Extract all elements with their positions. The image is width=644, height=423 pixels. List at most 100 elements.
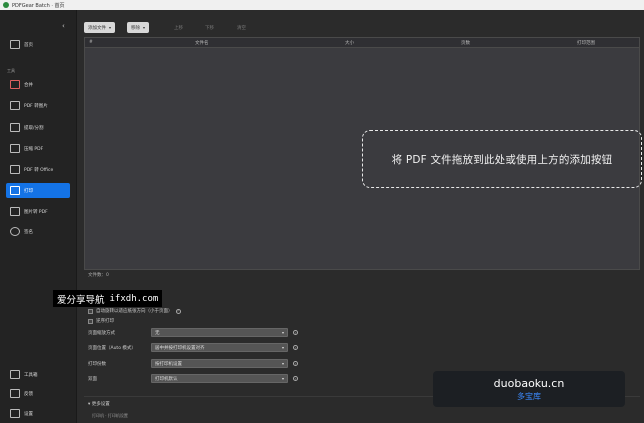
- file-count: 文件数：0: [88, 273, 109, 278]
- column-header-size[interactable]: 大小: [345, 40, 354, 46]
- copies-value: 按打印机设置: [155, 361, 182, 367]
- sidebar-item-label: 压缩 PDF: [24, 146, 44, 152]
- table-header: # 文件名 大小 页数 打印范围: [85, 38, 639, 48]
- sidebar-item-split[interactable]: 提取/分割: [6, 120, 70, 135]
- clear-button[interactable]: 清空: [233, 22, 250, 33]
- drop-zone-text: 将 PDF 文件拖放到此处或使用上方的添加按钮: [391, 153, 613, 166]
- sidebar-item-pdf-to-image[interactable]: PDF 转图片: [6, 98, 70, 113]
- clear-label: 清空: [237, 25, 246, 31]
- image-to-pdf-icon: [10, 207, 20, 216]
- more-settings-sub: 打印机 · 打印机设置: [92, 413, 128, 418]
- help-icon[interactable]: ?: [175, 308, 181, 314]
- sidebar-item-label: PDF 转 Office: [24, 167, 54, 173]
- move-down-label: 下移: [205, 25, 214, 31]
- settings-icon: [10, 409, 20, 418]
- home-icon: [10, 40, 20, 49]
- copies-select[interactable]: 按打印机设置 ▾: [151, 359, 288, 368]
- sidebar-item-label: 合并: [24, 82, 33, 88]
- copies-label: 打印份数: [88, 362, 106, 367]
- sidebar-item-label: 设置: [24, 411, 33, 417]
- sidebar-item-label: PDF 转图片: [24, 103, 48, 109]
- sidebar-item-home[interactable]: 首页: [6, 37, 70, 52]
- watermark-duobaoku: duobaoku.cn 多宝库: [433, 371, 625, 407]
- add-files-button[interactable]: 添加文件 ▾: [84, 22, 116, 33]
- move-up-label: 上移: [174, 25, 183, 31]
- sidebar-item-compress[interactable]: 压缩 PDF: [6, 141, 70, 156]
- compress-icon: [10, 144, 20, 153]
- position-select[interactable]: 居中并按打印机设置对齐 ▾: [151, 343, 288, 352]
- sidebar-item-feedback[interactable]: 反馈: [6, 386, 70, 401]
- position-label: 页面位置（Auto 模式）: [88, 346, 136, 351]
- watermark-ifxdh: 爱分享导航 ifxdh.com: [53, 290, 163, 307]
- sidebar-item-toolbox[interactable]: 工具箱: [6, 367, 70, 382]
- remove-label: 移除: [131, 25, 140, 31]
- sidebar-item-print[interactable]: 打印: [6, 183, 70, 198]
- sidebar-section-label: 工具: [7, 68, 15, 73]
- print-icon: [10, 186, 20, 195]
- collapse-sidebar-icon[interactable]: ‹: [62, 22, 65, 30]
- sidebar-item-merge[interactable]: 合并: [6, 77, 70, 92]
- feedback-icon: [10, 389, 20, 398]
- help-icon[interactable]: ?: [293, 376, 298, 381]
- watermark-name: 多宝库: [517, 391, 541, 401]
- chevron-down-icon: ▾: [281, 345, 284, 350]
- column-header-filename[interactable]: 文件名: [195, 40, 209, 46]
- watermark-url: ifxdh.com: [109, 293, 159, 304]
- chevron-down-icon: ▾: [281, 361, 284, 366]
- window-title: PDFGear Batch · 首页: [12, 2, 65, 9]
- move-up-button[interactable]: 上移: [170, 22, 187, 33]
- sidebar-item-settings[interactable]: 设置: [6, 406, 70, 421]
- chevron-down-icon: ▾: [281, 330, 284, 335]
- reverse-order-option[interactable]: 逆序打印: [88, 318, 114, 324]
- merge-icon: [10, 80, 20, 89]
- drop-zone[interactable]: 将 PDF 文件拖放到此处或使用上方的添加按钮: [362, 130, 642, 188]
- reverse-order-label: 逆序打印: [96, 319, 114, 324]
- sidebar: ‹ 首页 工具 合并 PDF 转图片 提取/分割 压缩 PDF PDF 转 Of…: [0, 10, 77, 423]
- scaling-select[interactable]: 无 ▾: [151, 328, 288, 337]
- watermark-domain: duobaoku.cn: [493, 376, 565, 390]
- toolbox-icon: [10, 370, 20, 379]
- sidebar-item-image-to-pdf[interactable]: 图片转 PDF: [6, 204, 70, 219]
- sidebar-item-label: 签名: [24, 229, 33, 235]
- help-icon[interactable]: ?: [293, 361, 298, 366]
- toolbar: 添加文件 ▾ 移除 ▾ 上移 下移 清空: [77, 10, 644, 37]
- remove-button[interactable]: 移除 ▾: [127, 22, 150, 33]
- watermark-text: 爱分享导航: [57, 294, 105, 306]
- column-header-print-range[interactable]: 打印范围: [577, 40, 595, 46]
- position-value: 居中并按打印机设置对齐: [155, 345, 205, 351]
- duplex-select[interactable]: 打印机默认 ▾: [151, 374, 288, 383]
- sign-icon: [10, 227, 20, 236]
- sidebar-item-label: 图片转 PDF: [24, 209, 48, 215]
- add-files-label: 添加文件: [88, 25, 106, 31]
- auto-rotate-checkbox[interactable]: [88, 308, 93, 314]
- split-icon: [10, 123, 20, 132]
- app-logo-icon: [3, 2, 9, 8]
- chevron-down-icon: ▾: [281, 376, 284, 381]
- sidebar-item-label: 首页: [24, 42, 33, 48]
- file-table[interactable]: # 文件名 大小 页数 打印范围 将 PDF 文件拖放到此处或使用上方的添加按钮: [84, 37, 642, 270]
- reverse-order-checkbox[interactable]: [88, 318, 93, 324]
- auto-rotate-label: 自动旋转以适应纸张方向（小于页面）: [96, 309, 173, 314]
- chevron-down-icon: ▾: [143, 25, 146, 30]
- pdf-to-image-icon: [10, 101, 20, 110]
- sidebar-item-label: 工具箱: [24, 372, 38, 378]
- more-settings-header[interactable]: ▾ 更多设置: [88, 401, 110, 407]
- chevron-down-icon: ▾: [109, 25, 112, 30]
- help-icon[interactable]: ?: [293, 330, 298, 335]
- scaling-label: 页面缩放方式: [88, 331, 115, 336]
- sidebar-item-label: 反馈: [24, 391, 33, 397]
- sidebar-item-convert[interactable]: PDF 转 Office: [6, 162, 70, 177]
- duplex-label: 双面: [88, 377, 97, 382]
- convert-icon: [10, 165, 20, 174]
- auto-rotate-option[interactable]: 自动旋转以适应纸张方向（小于页面） ?: [88, 308, 181, 314]
- sidebar-item-label: 提取/分割: [24, 125, 44, 131]
- sidebar-item-sign[interactable]: 签名: [6, 224, 70, 239]
- scaling-value: 无: [155, 330, 160, 336]
- move-down-button[interactable]: 下移: [201, 22, 218, 33]
- help-icon[interactable]: ?: [293, 345, 298, 350]
- window-titlebar: PDFGear Batch · 首页: [0, 0, 644, 10]
- column-header-index[interactable]: #: [89, 40, 93, 45]
- sidebar-item-label: 打印: [24, 188, 33, 194]
- duplex-value: 打印机默认: [155, 376, 178, 382]
- column-header-pages[interactable]: 页数: [461, 40, 470, 46]
